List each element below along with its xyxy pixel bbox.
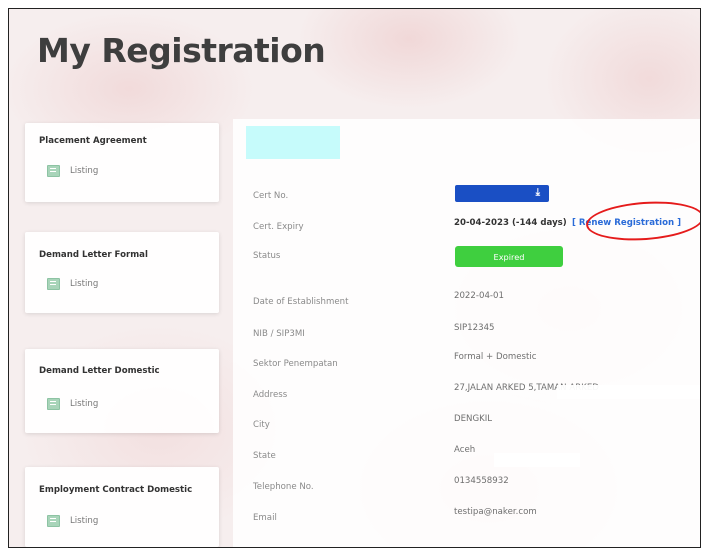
listing-link[interactable]: Listing [47,165,98,177]
listing-link[interactable]: Listing [47,278,98,290]
listing-link[interactable]: Listing [47,515,98,527]
telephone-value: 0134558932 [454,476,509,486]
download-icon: ⤓ [535,187,540,198]
listing-label: Listing [70,279,99,289]
listing-label: Listing [70,399,99,409]
page-frame: My Registration Placement Agreement List… [8,8,701,548]
redaction-mask [494,453,580,467]
email-label: Email [253,513,277,523]
redacted-name-block [246,126,340,159]
card-title: Demand Letter Formal [39,250,148,260]
listing-label: Listing [70,166,99,176]
sektor-label: Sektor Penempatan [253,359,338,369]
sidebar-card-demand-letter-domestic: Demand Letter Domestic Listing [25,349,219,433]
telephone-label: Telephone No. [253,482,314,492]
city-value: DENGKIL [454,414,493,424]
nib-value: SIP12345 [454,323,495,333]
cert-expiry-value: 20-04-2023 (-144 days) [454,218,567,228]
state-value: Aceh [454,445,476,455]
listing-label: Listing [70,516,99,526]
card-title: Employment Contract Domestic [39,485,193,495]
card-title: Demand Letter Domestic [39,366,160,376]
date-of-establishment-value: 2022-04-01 [454,291,504,301]
redaction-mask [557,385,700,399]
card-title: Placement Agreement [39,136,147,146]
list-icon [47,278,60,290]
state-label: State [253,451,276,461]
status-badge: Expired [455,246,563,267]
cert-expiry-label: Cert. Expiry [253,222,304,232]
cert-download-button[interactable]: ⤓ [455,185,549,202]
sidebar-card-demand-letter-formal: Demand Letter Formal Listing [25,232,219,313]
city-label: City [253,420,270,430]
page-title: My Registration [37,31,326,70]
list-icon [47,515,60,527]
sidebar-card-employment-contract-domestic: Employment Contract Domestic Listing [25,467,219,547]
cert-no-label: Cert No. [253,191,289,201]
email-value: testipa@naker.com [454,507,537,517]
listing-link[interactable]: Listing [47,398,98,410]
sidebar-card-placement-agreement: Placement Agreement Listing [25,123,219,202]
date-of-establishment-label: Date of Establishment [253,297,349,307]
sektor-value: Formal + Domestic [454,352,537,362]
list-icon [47,165,60,177]
address-label: Address [253,390,288,400]
nib-label: NIB / SIP3MI [253,329,305,339]
status-label: Status [253,251,281,261]
list-icon [47,398,60,410]
